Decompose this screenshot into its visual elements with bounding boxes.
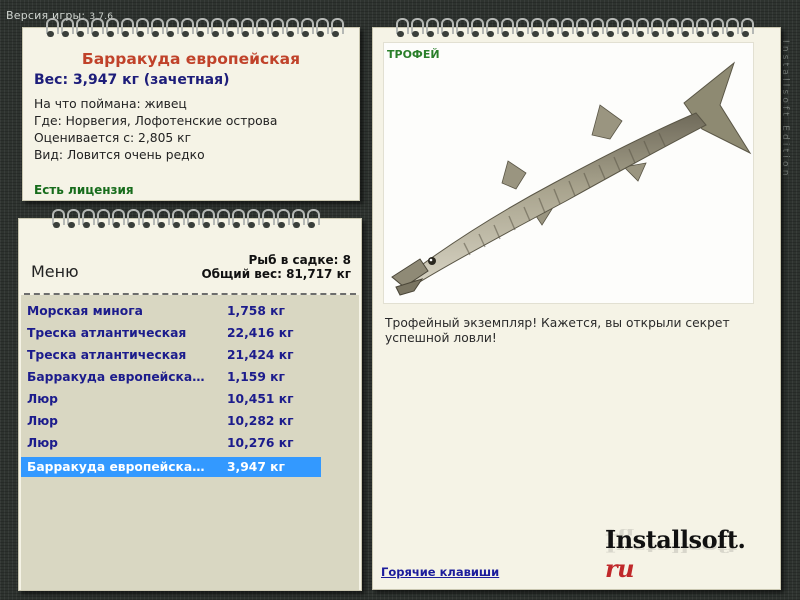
catch-row[interactable]: Треска атлантическая 21,424 кг <box>21 345 321 365</box>
fish-details: На что поймана: живец Где: Норвегия, Лоф… <box>34 96 277 164</box>
logo-ru-text: ru <box>605 554 635 583</box>
menu-button[interactable]: Меню <box>31 262 79 281</box>
catch-row-selected[interactable]: Барракуда европейска… 3,947 кг <box>21 457 321 477</box>
fish-title: Барракуда европейская <box>81 50 301 68</box>
catch-row[interactable]: Люр 10,282 кг <box>21 411 321 431</box>
fish-info-card: Барракуда европейская Вес: 3,947 кг (зач… <box>22 18 360 201</box>
trophy-card: ТРОФЕЙ Трофейный экземпляр! Кажется, вы … <box>372 18 781 590</box>
catch-weight: 10,276 кг <box>227 436 294 450</box>
catch-row[interactable]: Барракуда европейска… 1,159 кг <box>21 367 321 387</box>
barracuda-image <box>391 61 752 296</box>
fish-photo <box>383 42 754 304</box>
catch-row[interactable]: Люр 10,451 кг <box>21 389 321 409</box>
fish-weight: Вес: 3,947 кг (зачетная) <box>34 72 230 88</box>
location-line: Где: Норвегия, Лофотенские острова <box>34 114 278 128</box>
catch-name: Треска атлантическая <box>27 326 187 340</box>
catch-row[interactable]: Треска атлантическая 22,416 кг <box>21 323 321 343</box>
catch-name: Барракуда европейска… <box>27 370 205 384</box>
logo-reflection: Installsoft. ru <box>605 526 746 555</box>
ring-binding <box>43 18 359 40</box>
fish-count: Рыб в садке: 8 <box>248 253 352 267</box>
catch-name: Люр <box>27 436 58 450</box>
trophy-description: Трофейный экземпляр! Кажется, вы открыли… <box>385 316 730 345</box>
catch-list: Морская минога 1,758 кг Треска атлантичес… <box>21 295 359 590</box>
catch-weight: 1,159 кг <box>227 370 285 384</box>
ring-binding <box>393 18 780 40</box>
catch-weight: 22,416 кг <box>227 326 294 340</box>
license-status: Есть лицензия <box>34 183 134 197</box>
catch-name: Люр <box>27 414 58 428</box>
catch-stats: Рыб в садке: 8 Общий вес: 81,717 кг <box>201 253 351 281</box>
hotkeys-link[interactable]: Горячие клавиши <box>381 565 499 579</box>
catch-weight: 10,282 кг <box>227 414 294 428</box>
catch-name: Морская минога <box>27 304 143 318</box>
catch-row[interactable]: Морская минога 1,758 кг <box>21 301 321 321</box>
total-weight: Общий вес: 81,717 кг <box>201 267 351 281</box>
trophy-tag: ТРОФЕЙ <box>387 48 440 61</box>
catch-weight: 1,758 кг <box>227 304 285 318</box>
valuation-line: Оценивается с: 2,805 кг <box>34 131 192 145</box>
catch-weight: 3,947 кг <box>227 460 285 474</box>
catch-row[interactable]: Люр 10,276 кг <box>21 433 321 453</box>
ring-binding <box>49 209 361 231</box>
catch-weight: 10,451 кг <box>227 392 294 406</box>
catch-weight: 21,424 кг <box>227 348 294 362</box>
bait-line: На что поймана: живец <box>34 97 187 111</box>
catch-name: Барракуда европейска… <box>27 460 205 474</box>
catch-name: Люр <box>27 392 58 406</box>
catch-list-card: Рыб в садке: 8 Общий вес: 81,717 кг Меню… <box>18 209 362 591</box>
catch-name: Треска атлантическая <box>27 348 187 362</box>
species-line: Вид: Ловится очень редко <box>34 148 205 162</box>
